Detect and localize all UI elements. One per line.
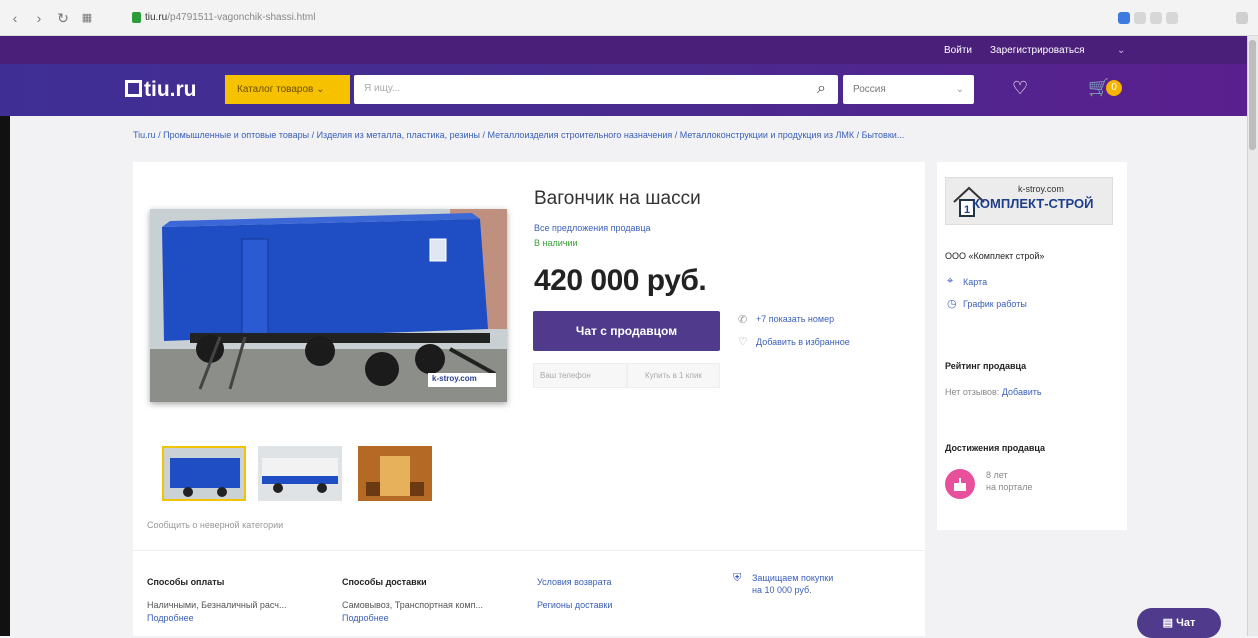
- thumbnail-1[interactable]: [162, 446, 246, 501]
- breadcrumb[interactable]: Tiu.ru / Промышленные и оптовые товары /…: [133, 130, 1133, 144]
- add-review-link[interactable]: Добавить: [1002, 387, 1042, 397]
- seller-logo-site: k-stroy.com: [1018, 184, 1064, 194]
- show-phone-link[interactable]: +7 показать номер: [756, 314, 834, 324]
- return-terms-link[interactable]: Условия возврата: [537, 577, 612, 587]
- heart-extension-icon[interactable]: [1166, 12, 1178, 24]
- register-link[interactable]: Зарегистрироваться: [990, 45, 1085, 56]
- shield-icon: ⛨: [733, 572, 742, 584]
- back-icon[interactable]: ‹: [6, 9, 24, 27]
- thumbnail-2[interactable]: [258, 446, 342, 501]
- search-placeholder: Я ищу...: [364, 83, 401, 94]
- site-logo[interactable]: tiu.ru: [125, 78, 197, 102]
- chat-with-seller-button[interactable]: Чат с продавцом: [533, 311, 720, 351]
- reload-icon[interactable]: ↻: [54, 9, 72, 27]
- protect-line-1: Защищаем покупки: [752, 573, 834, 583]
- product-price: 420 000 руб.: [534, 264, 707, 297]
- achievement-text: 8 лет на портале: [986, 469, 1032, 493]
- schedule-link[interactable]: График работы: [963, 299, 1027, 309]
- address-bar[interactable]: tiu.ru/p4791511-vagonchik-shassi.html: [145, 10, 315, 26]
- seller-logo-name: КОМПЛЕКТ-СТРОЙ: [972, 196, 1094, 211]
- report-category-link[interactable]: Сообщить о неверной категории: [147, 520, 283, 530]
- buy-one-click-button[interactable]: Купить в 1 клик: [627, 363, 720, 388]
- map-link[interactable]: Карта: [963, 277, 987, 287]
- cake-icon: [945, 469, 975, 499]
- achievement-on-portal: на портале: [986, 482, 1033, 492]
- divider: [133, 550, 925, 551]
- search-icon[interactable]: ⌕: [817, 80, 826, 98]
- region-select[interactable]: Россия ⌄: [843, 75, 974, 104]
- phone-icon: ✆: [738, 314, 748, 326]
- url-domain: tiu.ru: [145, 12, 168, 23]
- extension-icon[interactable]: [1134, 12, 1146, 24]
- extension-icon[interactable]: [1150, 12, 1162, 24]
- map-pin-icon: ⌖: [947, 275, 954, 287]
- chevron-down-icon: ⌄: [955, 84, 964, 95]
- browser-toolbar: ‹ › ↻ ▦ tiu.ru/p4791511-vagonchik-shassi…: [0, 0, 1258, 36]
- all-offers-link[interactable]: Все предложения продавца: [534, 223, 651, 233]
- favorites-heart-icon[interactable]: ♡: [1012, 78, 1028, 99]
- payment-text: Наличными, Безналичный расч...: [147, 600, 287, 610]
- chat-bubble-icon: ▤: [1162, 617, 1174, 629]
- buyer-protection-link[interactable]: Защищаем покупки на 10 000 руб.: [752, 572, 833, 596]
- image-watermark: k-stroy.com: [432, 374, 477, 383]
- logo-text: tiu.ru: [144, 78, 197, 101]
- heart-icon: ♡: [738, 336, 748, 348]
- delivery-text: Самовывоз, Транспортная комп...: [342, 600, 483, 610]
- window-edge: [0, 36, 10, 636]
- product-main-image[interactable]: k-stroy.com: [150, 209, 507, 402]
- url-path: /p4791511-vagonchik-shassi.html: [167, 12, 316, 23]
- add-to-favorites-link[interactable]: Добавить в избранное: [756, 337, 850, 347]
- scrollbar-thumb[interactable]: [1249, 40, 1256, 150]
- svg-text:1: 1: [964, 204, 970, 216]
- lock-icon: [132, 12, 141, 23]
- chevron-down-icon: ⌄: [316, 84, 325, 95]
- speed-dial-icon[interactable]: ▦: [78, 9, 96, 27]
- login-link[interactable]: Войти: [944, 45, 972, 56]
- catalog-label: Каталог товаров: [237, 84, 314, 95]
- delivery-regions-link[interactable]: Регионы доставки: [537, 600, 612, 610]
- stock-status: В наличии: [534, 238, 578, 248]
- seller-logo[interactable]: 1 k-stroy.com КОМПЛЕКТ-СТРОЙ: [945, 177, 1113, 225]
- catalog-button[interactable]: Каталог товаров ⌄: [225, 75, 350, 104]
- delivery-title: Способы доставки: [342, 577, 427, 587]
- download-icon[interactable]: [1236, 12, 1248, 24]
- thumbnail-3[interactable]: [358, 446, 432, 501]
- region-value: Россия: [853, 84, 886, 95]
- phone-input[interactable]: Ваш телефон: [533, 363, 627, 388]
- payment-title: Способы оплаты: [147, 577, 225, 587]
- payment-more-link[interactable]: Подробнее: [147, 613, 194, 623]
- search-input[interactable]: Я ищу... ⌕: [354, 75, 838, 104]
- cart-count-badge: 0: [1106, 80, 1122, 96]
- rating-title: Рейтинг продавца: [945, 361, 1027, 371]
- achievement-years: 8 лет: [986, 470, 1008, 480]
- no-reviews-label: Нет отзывов:: [945, 387, 1000, 397]
- clock-icon: ◷: [947, 298, 957, 310]
- extension-icon[interactable]: [1118, 12, 1130, 24]
- delivery-more-link[interactable]: Подробнее: [342, 613, 389, 623]
- floating-chat-label: Чат: [1176, 617, 1196, 629]
- floating-chat-button[interactable]: ▤ Чат: [1137, 608, 1221, 638]
- seller-name[interactable]: ООО «Комплект строй»: [945, 251, 1044, 261]
- no-reviews-text: Нет отзывов: Добавить: [945, 387, 1042, 397]
- protect-line-2: на 10 000 руб.: [752, 585, 812, 595]
- chevron-down-icon[interactable]: ⌄: [1117, 45, 1125, 56]
- forward-icon[interactable]: ›: [30, 9, 48, 27]
- product-title: Вагончик на шасси: [534, 188, 701, 209]
- logo-mark-icon: [125, 80, 142, 97]
- achievements-title: Достижения продавца: [945, 443, 1046, 453]
